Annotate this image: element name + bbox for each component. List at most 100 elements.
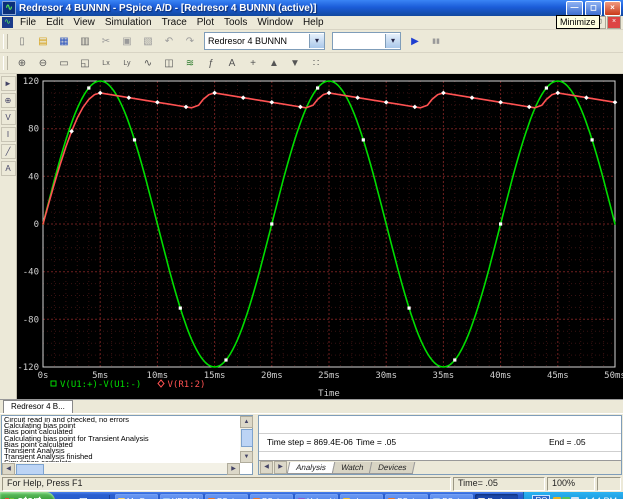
scroll-down-icon[interactable]: ▼ (240, 451, 253, 463)
legend-label[interactable]: V(U1:+)-V(U1:-) (60, 380, 141, 390)
zoom-in-icon[interactable]: ⊕ (12, 54, 32, 72)
toolbar-grip[interactable] (3, 56, 8, 70)
y-tick-label: -40 (23, 268, 39, 278)
wire-tool-icon[interactable]: ╱ (0, 144, 16, 159)
run-simulation-icon[interactable]: ▶ (405, 32, 425, 50)
scrollbar-track[interactable] (44, 463, 227, 474)
language-indicator[interactable]: RO (532, 494, 551, 499)
taskbar-button[interactable]: My Docume... (114, 494, 158, 499)
menu-window[interactable]: Window (252, 17, 298, 28)
pane-splitter[interactable] (254, 414, 257, 476)
simulation-profile-combo[interactable]: Redresor 4 BUNNN ▾ (204, 32, 325, 50)
y-tick-label: -80 (23, 315, 39, 325)
minimize-button[interactable]: — (566, 0, 583, 16)
show-desktop-icon[interactable]: ▤ (77, 495, 90, 499)
task-buttons: My Docume...YBR02L - N...PSpice Appli...… (113, 494, 521, 499)
simulation-status-pane: Time step = 869.4E-06 Time = .05 End = .… (258, 415, 622, 475)
taskbar-button[interactable]: PSpice Sche... (430, 494, 474, 499)
print-icon[interactable]: ▥ (75, 32, 95, 50)
fourier-icon[interactable]: ∿ (138, 54, 158, 72)
system-tray: RO 4:14 PM (523, 492, 623, 499)
taskbar-button[interactable]: elennona -... (340, 494, 384, 499)
taskbar-button[interactable]: PSpice Appli... (204, 494, 249, 499)
close-button[interactable]: × (604, 0, 621, 16)
menu-edit[interactable]: Edit (41, 17, 68, 28)
log-y-axis-icon[interactable]: Ly (117, 54, 137, 72)
tab-analysis[interactable]: Analysis (286, 461, 336, 474)
scroll-left-icon[interactable]: ◀ (2, 463, 15, 475)
menu-view[interactable]: View (68, 17, 100, 28)
legend-label[interactable]: V(R1:2) (168, 380, 206, 390)
tab-scroll-right-icon[interactable]: ▶ (274, 461, 287, 474)
workspace: ► ⊕ V I ╱ A 120 80 40 0 -40 -80 -120 0s 5ms 10ms 15ms 20… (0, 74, 623, 399)
internet-explorer-icon[interactable]: e (62, 495, 75, 499)
log-x-axis-icon[interactable]: Lx (96, 54, 116, 72)
copy-icon[interactable]: ▣ (117, 32, 137, 50)
media-player-icon[interactable]: ♪ (92, 495, 105, 499)
toggle-cursor-icon[interactable]: + (243, 54, 263, 72)
scrollbar-thumb[interactable] (16, 464, 44, 475)
taskbar-button[interactable]: Yahoo! Mes... (295, 494, 339, 499)
start-button[interactable]: start (0, 492, 55, 499)
zoom-tool-icon[interactable]: ⊕ (0, 93, 16, 108)
chevron-down-icon[interactable]: ▾ (309, 34, 324, 48)
cut-icon[interactable]: ✂ (96, 32, 116, 50)
output-vertical-scrollbar[interactable]: ▲ ▼ (240, 416, 253, 463)
zoom-fit-icon[interactable]: ◱ (75, 54, 95, 72)
time-step-value: Time step = 869.4E-06 (267, 437, 353, 447)
current-marker-icon[interactable]: I (0, 127, 16, 142)
add-trace-icon[interactable]: ≋ (180, 54, 200, 72)
text-label-icon[interactable]: A (222, 54, 242, 72)
secondary-combo[interactable]: ▾ (332, 32, 401, 50)
x-tick-label: 25ms (318, 371, 340, 381)
data-point-marker (270, 222, 274, 226)
x-axis-title: Time (318, 389, 340, 399)
zoom-out-icon[interactable]: ⊖ (33, 54, 53, 72)
menu-help[interactable]: Help (298, 17, 329, 28)
taskbar-button[interactable]: YBR02L - N... (159, 494, 203, 499)
zoom-area-icon[interactable]: ▭ (54, 54, 74, 72)
paste-icon[interactable]: ▧ (138, 32, 158, 50)
tab-scroll-left-icon[interactable]: ◀ (260, 461, 273, 474)
data-point-marker (544, 86, 548, 90)
tab-devices[interactable]: Devices (368, 461, 416, 474)
cursor-peak-icon[interactable]: ▲ (264, 54, 284, 72)
menu-tools[interactable]: Tools (219, 17, 252, 28)
sim-time-value: Time = .05 (356, 437, 397, 447)
pause-simulation-icon[interactable]: ▮▮ (426, 32, 446, 50)
x-tick-label: 35ms (433, 371, 455, 381)
scroll-up-icon[interactable]: ▲ (240, 416, 253, 428)
chevron-down-icon[interactable]: ▾ (385, 34, 400, 48)
taskbar-button[interactable]: Redresor 4 ... (475, 494, 519, 499)
menu-simulation[interactable]: Simulation (100, 17, 157, 28)
output-horizontal-scrollbar[interactable]: ◀ ▶ (2, 463, 240, 475)
tab-redresor-plot[interactable]: Redresor 4 B... (3, 400, 73, 413)
toolbar-grip[interactable] (3, 33, 8, 49)
undo-icon[interactable]: ↶ (159, 32, 179, 50)
mark-data-points-icon[interactable]: ∷ (306, 54, 326, 72)
select-tool-icon[interactable]: ► (0, 76, 16, 91)
x-tick-label: 40ms (490, 371, 512, 381)
performance-analysis-icon[interactable]: ◫ (159, 54, 179, 72)
voltage-marker-icon[interactable]: V (0, 110, 16, 125)
redo-icon[interactable]: ↷ (180, 32, 200, 50)
menu-trace[interactable]: Trace (157, 17, 192, 28)
tab-watch[interactable]: Watch (331, 461, 373, 474)
cursor-trough-icon[interactable]: ▼ (285, 54, 305, 72)
plot-tab-row: Redresor 4 B... (0, 399, 623, 413)
open-file-icon[interactable]: ▤ (33, 32, 53, 50)
scroll-right-icon[interactable]: ▶ (227, 463, 240, 475)
taskbar-button[interactable]: PSpice Mes... (385, 494, 429, 499)
restore-button[interactable]: ◻ (585, 0, 602, 16)
taskbar-button[interactable]: PSpice Desi... (250, 494, 294, 499)
evaluate-function-icon[interactable]: ƒ (201, 54, 221, 72)
simulation-status-row: Time step = 869.4E-06 Time = .05 End = .… (259, 433, 621, 452)
menu-plot[interactable]: Plot (192, 17, 219, 28)
child-close-button[interactable]: × (607, 16, 621, 29)
save-icon[interactable]: ▦ (54, 32, 74, 50)
new-file-icon[interactable]: ▯ (12, 32, 32, 50)
menu-file[interactable]: File (15, 17, 41, 28)
x-tick-label: 20ms (261, 371, 283, 381)
scrollbar-thumb[interactable] (241, 429, 253, 447)
text-tool-icon[interactable]: A (0, 161, 16, 176)
